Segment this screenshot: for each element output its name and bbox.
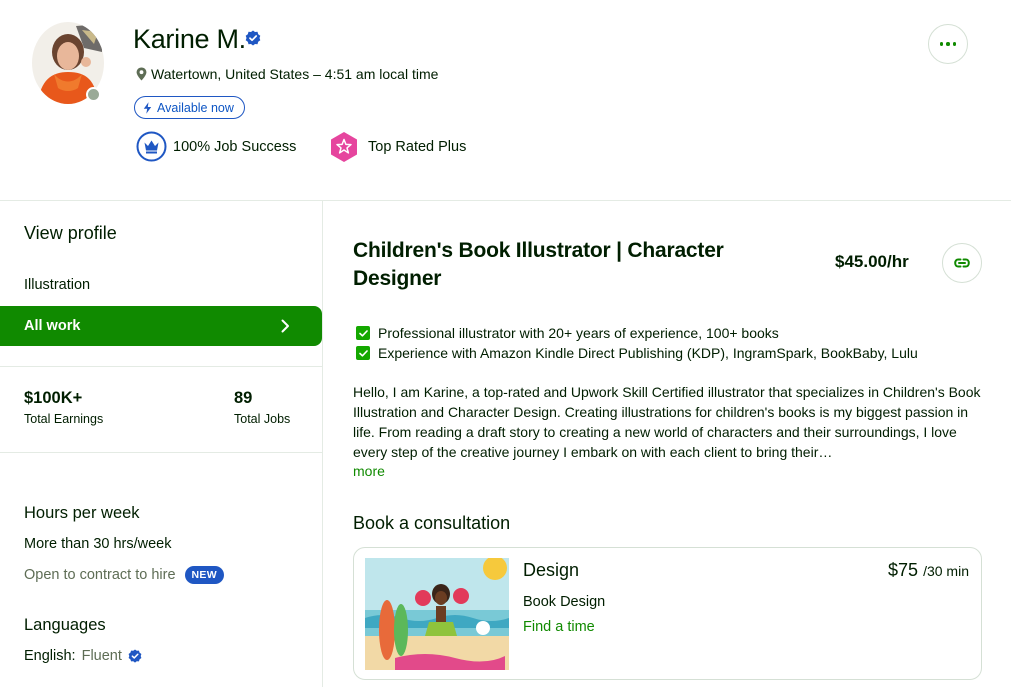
location-pin-icon [136, 67, 147, 81]
more-options-button[interactable] [928, 24, 968, 64]
new-badge: NEW [184, 566, 224, 584]
total-earnings-stat: $100K+ Total Earnings [24, 389, 103, 426]
profile-header: Karine M. Watertown, United States – 4:5… [0, 0, 1011, 201]
checkbox-checked-icon [356, 326, 370, 340]
consultation-heading: Book a consultation [353, 513, 511, 533]
location: Watertown, United States – 4:51 am local… [136, 66, 438, 82]
total-earnings-label: Total Earnings [24, 412, 104, 426]
consultation-duration: /30 min [923, 563, 969, 579]
job-success-score[interactable]: 100% Job Success [136, 131, 296, 162]
consultation-subtitle: Book Design [523, 594, 606, 610]
hours-per-week-value: More than 30 hrs/week [24, 536, 172, 552]
language-name: English: [24, 648, 76, 664]
top-rated-plus-label: Top Rated Plus [368, 139, 467, 155]
more-dot-icon [946, 42, 950, 46]
sidebar-item-illustration[interactable]: Illustration [24, 277, 90, 293]
link-icon [954, 258, 970, 268]
profile-name: Karine M. [133, 24, 246, 54]
verified-icon [245, 30, 261, 46]
view-profile-heading: View profile [24, 223, 117, 243]
highlight-text: Professional illustrator with 20+ years … [378, 325, 779, 341]
profile-sidebar: View profile Illustration All work $100K… [0, 201, 323, 687]
open-to-contract-label: Open to contract to hire [24, 567, 176, 583]
languages-heading: Languages [24, 616, 106, 634]
sidebar-item-all-work[interactable]: All work [0, 306, 322, 346]
find-a-time-link[interactable]: Find a time [523, 619, 595, 635]
consultation-card[interactable]: Design $75 /30 min Book Design Find a ti… [353, 547, 982, 680]
profile-title: Children's Book Illustrator | Character … [353, 239, 724, 290]
total-earnings-value: $100K+ [24, 389, 83, 407]
profile-main: Children's Book Illustrator | Character … [323, 201, 1011, 687]
top-rated-plus-icon [331, 132, 357, 162]
hours-per-week-heading: Hours per week [24, 504, 140, 522]
all-work-label: All work [24, 318, 81, 334]
available-now-badge[interactable]: Available now [134, 96, 245, 119]
consultation-name: Design [523, 560, 580, 580]
checkbox-checked-icon [356, 346, 370, 360]
more-dot-icon [939, 42, 944, 46]
more-link[interactable]: more [353, 463, 385, 479]
available-now-label: Available now [157, 100, 234, 115]
profile-description: Hello, I am Karine, a top-rated and Upwo… [353, 384, 981, 460]
consultation-price: $75 /30 min [888, 560, 969, 581]
list-item: Professional illustrator with 20+ years … [356, 323, 918, 343]
divider [0, 366, 322, 367]
job-success-crown-icon [136, 131, 167, 162]
open-to-contract-to-hire: Open to contract to hire NEW [24, 566, 224, 584]
highlight-text: Experience with Amazon Kindle Direct Pub… [378, 345, 918, 361]
more-dot-icon [952, 42, 957, 46]
total-jobs-label: Total Jobs [234, 412, 291, 426]
total-jobs-stat: 89 Total Jobs [234, 389, 290, 426]
top-rated-plus-badge[interactable]: Top Rated Plus [329, 131, 466, 163]
lightning-icon [143, 101, 152, 114]
divider [0, 452, 322, 453]
list-item: Experience with Amazon Kindle Direct Pub… [356, 343, 918, 363]
highlights-list: Professional illustrator with 20+ years … [356, 323, 918, 363]
copy-link-button[interactable] [942, 243, 982, 283]
language-english: English: Fluent [24, 648, 142, 664]
location-text: Watertown, United States – 4:51 am local… [151, 66, 439, 82]
chevron-right-icon [281, 319, 289, 333]
online-status-dot [86, 87, 101, 102]
language-level: Fluent [81, 648, 122, 664]
total-jobs-value: 89 [234, 389, 253, 407]
consultation-price-value: $75 [888, 560, 919, 580]
verified-icon [128, 649, 142, 663]
job-success-label: 100% Job Success [173, 138, 297, 155]
hourly-rate: $45.00/hr [835, 252, 909, 271]
consultation-thumbnail [365, 558, 509, 670]
